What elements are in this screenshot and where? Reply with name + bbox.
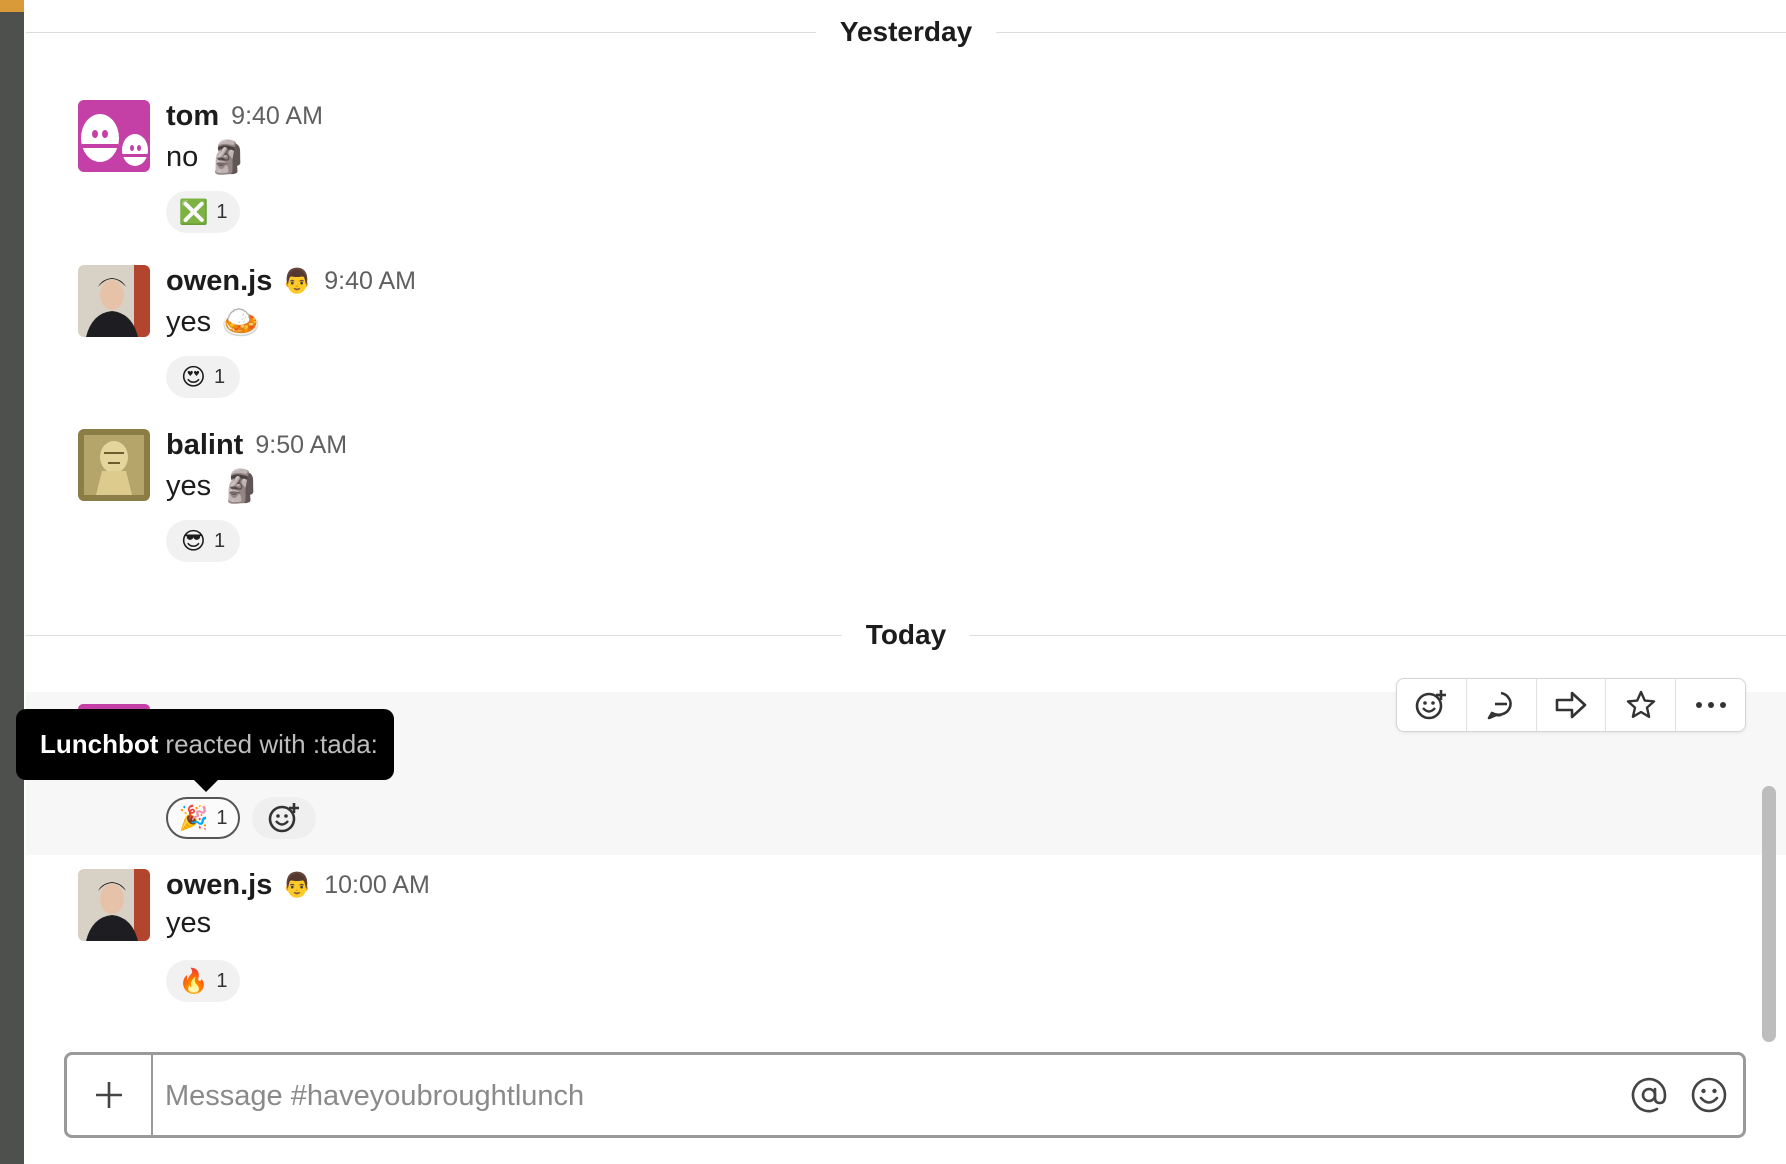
message-text: yes 🗿 (166, 467, 261, 505)
message-body: yes (166, 469, 212, 502)
message-header: balint 9:50 AM (166, 425, 347, 465)
timestamp[interactable]: 9:50 AM (255, 431, 347, 460)
message-actions-toolbar (1396, 678, 1746, 732)
star-icon (1626, 690, 1655, 718)
reaction-count: 1 (216, 806, 228, 829)
reaction-count: 1 (213, 365, 226, 388)
message-header: owen.js 👨 10:00 AM (166, 865, 430, 905)
reaction-pill-active[interactable]: 🎉 1 (166, 797, 240, 839)
status-emoji[interactable]: 👨 (282, 267, 312, 296)
message-body: yes (166, 305, 212, 338)
tada-emoji: 🎉 (178, 804, 209, 832)
share-icon (1555, 691, 1587, 719)
message-text: no 🗿 (166, 138, 248, 176)
add-reaction-button[interactable] (252, 797, 316, 839)
sidebar-accent (0, 0, 24, 12)
tooltip-arrow (194, 780, 218, 792)
date-divider-label[interactable]: Yesterday (815, 12, 997, 52)
timestamp[interactable]: 10:00 AM (324, 871, 430, 900)
sunglasses-emoji: 😎 (180, 527, 206, 555)
author-name[interactable]: balint (166, 429, 243, 462)
message-item[interactable]: balint 9:50 AM yes 🗿 😎 1 (26, 419, 1786, 569)
message-composer (64, 1052, 1746, 1138)
share-message-button[interactable] (1537, 679, 1607, 731)
tooltip-text: reacted with :tada: (165, 729, 378, 759)
message-body: no (166, 140, 199, 173)
at-sign-icon (1631, 1077, 1667, 1113)
date-divider-today: Today (26, 615, 1786, 655)
emoji-picker-button[interactable] (1689, 1075, 1729, 1115)
avatar-image (78, 100, 150, 172)
avatar[interactable] (78, 429, 150, 501)
timestamp[interactable]: 9:40 AM (231, 102, 323, 131)
tooltip-user: Lunchbot (40, 729, 159, 759)
attach-button[interactable] (67, 1055, 153, 1135)
message-text: yes 🍛 (166, 303, 261, 341)
status-emoji[interactable]: 👨 (282, 871, 312, 900)
star-message-button[interactable] (1606, 679, 1677, 731)
reaction-count: 1 (213, 529, 226, 552)
moai-emoji: 🗿 (221, 468, 261, 504)
message-item[interactable]: tom 9:40 AM no 🗿 ❎ 1 (26, 90, 1786, 240)
curry-emoji: 🍛 (221, 304, 261, 340)
reaction-pill[interactable]: ❎ 1 (166, 191, 240, 233)
more-actions-icon (1695, 702, 1726, 708)
reaction-pill[interactable]: 🔥 1 (166, 960, 240, 1002)
timestamp[interactable]: 9:40 AM (324, 267, 416, 296)
smiley-icon (1691, 1077, 1727, 1113)
avatar-image (78, 869, 150, 941)
date-divider-label[interactable]: Today (841, 615, 971, 655)
moai-emoji: 🗿 (208, 139, 249, 175)
messages-scrollbar[interactable] (1762, 786, 1776, 1042)
reply-thread-button[interactable] (1467, 679, 1537, 731)
date-divider-yesterday: Yesterday (26, 12, 1786, 52)
message-header: tom 9:40 AM (166, 96, 323, 136)
message-item[interactable]: owen.js 👨 9:40 AM yes 🍛 😍 1 (26, 255, 1786, 405)
author-name[interactable]: owen.js (166, 869, 272, 902)
reply-thread-icon (1487, 691, 1512, 720)
message-item[interactable]: owen.js 👨 10:00 AM yes 🔥 1 (26, 859, 1786, 1014)
avatar-image (78, 429, 150, 501)
add-reaction-button[interactable] (1397, 679, 1467, 731)
heart-eyes-emoji: 😍 (180, 363, 206, 391)
fire-emoji: 🔥 (178, 967, 209, 995)
message-input[interactable] (163, 1055, 1547, 1137)
message-text: yes (166, 907, 211, 940)
reaction-count: 1 (216, 969, 228, 992)
plus-icon (96, 1082, 122, 1108)
message-header: owen.js 👨 9:40 AM (166, 261, 416, 301)
add-reaction-icon (268, 803, 299, 833)
more-actions-button[interactable] (1676, 679, 1745, 731)
reaction-pill[interactable]: 😍 1 (166, 356, 240, 398)
reaction-tooltip: Lunchbot reacted with :tada: (16, 709, 394, 780)
message-body: yes (166, 907, 212, 939)
author-name[interactable]: tom (166, 100, 219, 133)
avatar[interactable] (78, 869, 150, 941)
avatar[interactable] (78, 265, 150, 337)
mention-button[interactable] (1629, 1075, 1669, 1115)
reaction-count: 1 (216, 200, 228, 223)
workspace-sidebar-edge (0, 0, 24, 1164)
author-name[interactable]: owen.js (166, 265, 272, 298)
add-reaction-icon (1416, 690, 1447, 720)
x-mark-emoji: ❎ (178, 198, 209, 226)
avatar[interactable] (78, 100, 150, 172)
avatar-image (78, 265, 150, 337)
reaction-pill[interactable]: 😎 1 (166, 520, 240, 562)
